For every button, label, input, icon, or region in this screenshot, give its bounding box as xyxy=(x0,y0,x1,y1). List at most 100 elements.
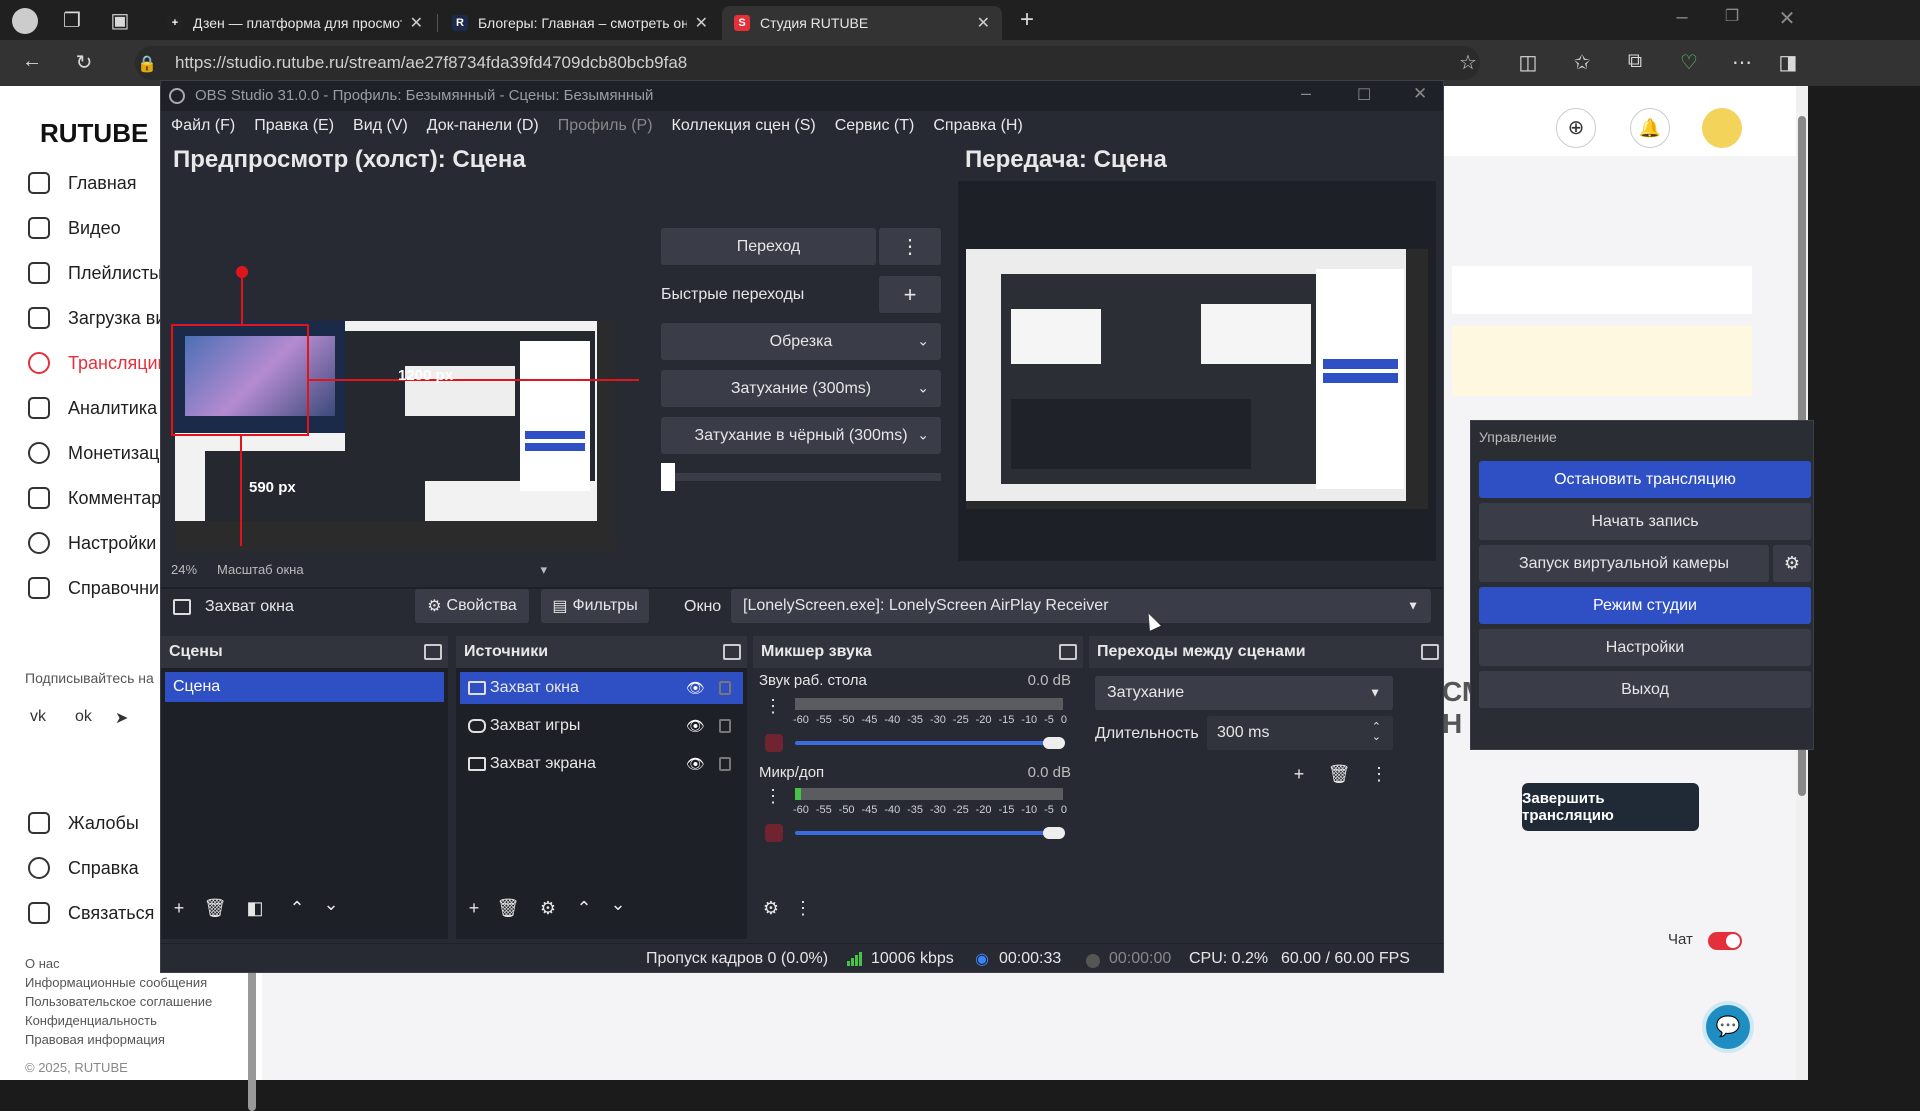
footer-link[interactable]: Правовая информация xyxy=(25,1032,165,1047)
reload-icon[interactable]: ↻ xyxy=(72,50,96,75)
source-properties-icon[interactable]: ⚙ xyxy=(536,898,560,919)
lock-icon[interactable]: 🔒 xyxy=(137,54,157,74)
add-transition-icon[interactable]: + xyxy=(1287,764,1311,785)
source-item-screen-capture[interactable]: Захват экрана 👁 xyxy=(460,748,743,780)
channel-menu-icon[interactable]: ⋮ xyxy=(761,696,785,717)
close-tab-icon[interactable]: ✕ xyxy=(977,13,990,33)
scene-filters-icon[interactable]: ◧ xyxy=(243,898,267,919)
footer-link[interactable]: О нас xyxy=(25,956,60,971)
zoom-select[interactable]: Масштаб окна ▾ xyxy=(217,562,547,577)
close-tab-icon[interactable]: ✕ xyxy=(410,13,423,33)
menu-scene-collection[interactable]: Коллекция сцен (S) xyxy=(672,117,816,135)
nav-complaints[interactable]: Жалобы xyxy=(28,812,139,834)
exit-button[interactable]: Выход xyxy=(1479,671,1811,708)
transition-menu-icon[interactable]: ⋮ xyxy=(1367,764,1391,785)
nav-contact[interactable]: Связаться с xyxy=(28,902,168,924)
avatar[interactable] xyxy=(1702,108,1742,148)
source-item-window-capture[interactable]: Захват окна 👁 xyxy=(460,672,743,704)
menu-help[interactable]: Справка (H) xyxy=(933,117,1022,135)
undock-icon[interactable] xyxy=(424,644,442,660)
virtual-camera-settings-icon[interactable]: ⚙ xyxy=(1773,545,1811,582)
add-content-icon[interactable]: ⊕ xyxy=(1556,108,1596,148)
back-icon[interactable]: ← xyxy=(20,50,44,73)
favorite-star-icon[interactable]: ☆ xyxy=(1456,50,1480,75)
restore-icon[interactable]: ❐ xyxy=(1720,6,1744,26)
tab-dzen[interactable]: + Дзен — платформа для просмот ✕ xyxy=(155,6,435,40)
scene-item[interactable]: Сцена xyxy=(165,672,444,702)
nav-streams[interactable]: Трансляции xyxy=(28,352,168,374)
start-virtual-camera-button[interactable]: Запуск виртуальной камеры xyxy=(1479,545,1769,582)
move-up-icon[interactable]: ⌃ xyxy=(285,898,309,919)
extension-icon[interactable]: ♡ xyxy=(1677,50,1701,75)
nav-monetization[interactable]: Монетизация xyxy=(28,442,179,464)
tab-actions-icon[interactable]: ▣ xyxy=(108,8,132,33)
move-down-icon[interactable]: ⌄ xyxy=(319,894,343,915)
add-source-icon[interactable]: + xyxy=(462,898,486,919)
telegram-icon[interactable]: ➤ xyxy=(115,708,128,728)
close-icon[interactable]: ✕ xyxy=(1413,84,1427,104)
visibility-eye-icon[interactable]: 👁 xyxy=(686,679,705,697)
delete-source-icon[interactable]: 🗑 xyxy=(496,898,520,919)
undock-icon[interactable] xyxy=(1421,644,1439,660)
tab-studio[interactable]: S Студия RUTUBE ✕ xyxy=(722,6,1002,40)
quick-transition-cut[interactable]: Обрезка ⌄ xyxy=(661,323,941,360)
maximize-icon[interactable]: ☐ xyxy=(1357,85,1371,105)
vk-icon[interactable]: vk xyxy=(30,708,46,726)
menu-tools[interactable]: Сервис (T) xyxy=(835,117,915,135)
collections-icon[interactable]: ⧉ xyxy=(1623,50,1647,73)
channel-menu-icon[interactable]: ⋮ xyxy=(761,786,785,807)
mixer-menu-icon[interactable]: ⋮ xyxy=(791,898,815,919)
properties-button[interactable]: ⚙ Свойства xyxy=(415,589,529,623)
end-stream-button[interactable]: Завершить трансляцию xyxy=(1522,783,1699,831)
sidebar-toggle-icon[interactable]: ◨ xyxy=(1776,50,1800,75)
t-bar-track[interactable] xyxy=(661,473,941,481)
quick-transition-fade-black[interactable]: Затухание в чёрный (300ms) ⌄ xyxy=(661,417,941,454)
volume-knob[interactable] xyxy=(1043,827,1065,839)
t-bar-handle[interactable] xyxy=(661,463,675,491)
obs-titlebar[interactable]: OBS Studio 31.0.0 - Профиль: Безымянный … xyxy=(161,81,1443,111)
close-window-icon[interactable]: ✕ xyxy=(1775,6,1799,31)
source-item-game-capture[interactable]: Захват игры 👁 xyxy=(460,710,743,742)
menu-docks[interactable]: Док-панели (D) xyxy=(427,117,539,135)
transition-select[interactable]: Затухание ▼ xyxy=(1095,676,1393,710)
workspaces-icon[interactable]: ❐ xyxy=(60,8,84,33)
url-field[interactable]: https://studio.rutube.ru/stream/ae27f873… xyxy=(135,46,1480,80)
favorites-icon[interactable]: ✩ xyxy=(1570,50,1594,75)
nav-reference[interactable]: Справочник xyxy=(28,577,167,599)
lock-icon[interactable] xyxy=(719,757,731,771)
add-quick-transition-icon[interactable]: + xyxy=(879,276,941,313)
footer-link[interactable]: Информационные сообщения xyxy=(25,975,207,990)
move-down-icon[interactable]: ⌄ xyxy=(606,894,630,915)
audio-settings-icon[interactable]: ⚙ xyxy=(759,898,783,919)
ok-icon[interactable]: ok xyxy=(75,708,92,726)
settings-button[interactable]: Настройки xyxy=(1479,629,1811,666)
visibility-eye-icon[interactable]: 👁 xyxy=(686,755,705,773)
filters-button[interactable]: ▤ Фильтры xyxy=(541,589,649,623)
quick-transition-fade[interactable]: Затухание (300ms) ⌄ xyxy=(661,370,941,407)
nav-settings[interactable]: Настройки xyxy=(28,532,156,554)
close-tab-icon[interactable]: ✕ xyxy=(695,13,708,33)
split-screen-icon[interactable]: ◫ xyxy=(1516,50,1540,75)
menu-edit[interactable]: Правка (E) xyxy=(254,117,334,135)
lock-icon[interactable] xyxy=(719,681,731,695)
footer-link[interactable]: Конфиденциальность xyxy=(25,1013,157,1028)
mute-icon[interactable] xyxy=(765,824,783,842)
window-select[interactable]: [LonelyScreen.exe]: LonelyScreen AirPlay… xyxy=(731,589,1431,623)
lock-icon[interactable] xyxy=(719,719,731,733)
visibility-eye-icon[interactable]: 👁 xyxy=(686,717,705,735)
nav-comments[interactable]: Комментарии xyxy=(28,487,181,509)
mute-icon[interactable] xyxy=(765,734,783,752)
undock-icon[interactable] xyxy=(723,644,741,660)
studio-mode-button[interactable]: Режим студии xyxy=(1479,587,1811,624)
volume-fader[interactable] xyxy=(795,741,1057,745)
rotation-handle[interactable] xyxy=(236,266,248,278)
minimize-icon[interactable]: – xyxy=(1301,83,1311,104)
nav-playlists[interactable]: Плейлисты xyxy=(28,262,162,284)
nav-help[interactable]: Справка xyxy=(28,857,139,879)
nav-home[interactable]: Главная xyxy=(28,172,137,194)
delete-scene-icon[interactable]: 🗑 xyxy=(203,898,227,919)
menu-file[interactable]: Файл (F) xyxy=(171,117,235,135)
start-recording-button[interactable]: Начать запись xyxy=(1479,503,1811,540)
profile-avatar[interactable] xyxy=(12,8,38,34)
preview-canvas[interactable]: 1200 px 590 px xyxy=(161,181,639,561)
